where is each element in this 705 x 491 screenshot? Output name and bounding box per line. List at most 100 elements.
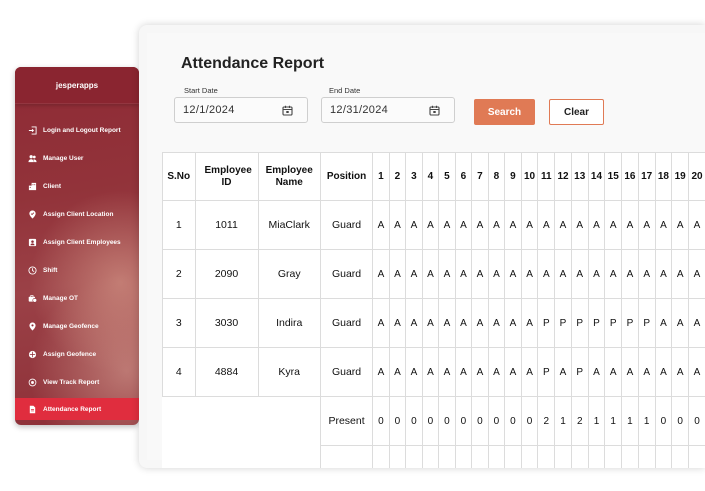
attendance-cell: A	[537, 200, 556, 250]
attendance-cell: A	[405, 249, 423, 299]
attendance-cell: A	[454, 347, 473, 397]
calendar-icon[interactable]	[429, 105, 440, 116]
present-count-cell: 0	[671, 396, 690, 446]
present-count-cell: 0	[372, 396, 390, 446]
attendance-cell: A	[671, 298, 690, 348]
end-date-label: End Date	[329, 86, 361, 95]
sidebar-item-manage-ot[interactable]: Manage OT	[15, 288, 139, 308]
header-day-4: 4	[421, 152, 440, 201]
attendance-cell: A	[438, 347, 456, 397]
row-employee-name: Kyra	[257, 347, 321, 397]
empty-cell	[163, 446, 321, 469]
header-day-11: 11	[537, 152, 556, 201]
attendance-cell: P	[570, 347, 589, 397]
sidebar-item-label: Attendance Report	[43, 405, 102, 413]
attendance-cell: A	[454, 249, 473, 299]
clear-button[interactable]: Clear	[549, 99, 604, 125]
report-card: Attendance Report Start Date 12/1/2024 E…	[139, 25, 705, 468]
empty-cell	[388, 445, 407, 468]
empty-cell	[319, 445, 374, 468]
attendance-cell: A	[421, 347, 440, 397]
header-day-12: 12	[554, 152, 572, 201]
attendance-cell: A	[637, 249, 656, 299]
sidebar-item-manage-user[interactable]: Manage User	[15, 148, 139, 168]
sidebar-item-manage-geofence[interactable]: Manage Geofence	[15, 316, 139, 336]
attendance-cell: A	[372, 298, 390, 348]
present-count-cell: 0	[520, 396, 539, 446]
empty-cell	[671, 445, 690, 468]
sidebar-item-label: Assign Geofence	[43, 350, 97, 358]
attendance-cell: A	[487, 298, 506, 348]
header-day-9: 9	[504, 152, 522, 201]
calendar-icon[interactable]	[282, 105, 293, 116]
start-date-field[interactable]: 12/1/2024	[174, 97, 308, 123]
empty-cell	[587, 445, 606, 468]
login-icon	[27, 125, 37, 135]
header-day-16: 16	[621, 152, 639, 201]
sidebar-item-assign-client-employees[interactable]: Assign Client Employees	[15, 232, 139, 252]
attendance-cell: A	[587, 347, 606, 397]
empty-cell	[604, 445, 623, 468]
present-count-cell: 0	[688, 396, 705, 446]
start-date-label: Start Date	[184, 86, 218, 95]
sidebar-item-shift[interactable]: Shift	[15, 260, 139, 280]
empty-cell	[537, 445, 556, 468]
present-count-cell: 1	[637, 396, 656, 446]
row-position: Guard	[319, 298, 374, 348]
sidebar-item-label: Manage OT	[43, 294, 79, 302]
attendance-cell: P	[554, 298, 572, 348]
present-count-cell: 1	[587, 396, 606, 446]
empty-cell	[372, 445, 390, 468]
sidebar-item-label: Client	[43, 182, 62, 190]
attendance-cell: A	[388, 200, 407, 250]
attendance-cell: A	[504, 347, 522, 397]
header-day-3: 3	[405, 152, 423, 201]
sidebar-item-label: Login and Logout Report	[43, 126, 121, 134]
attendance-cell: A	[671, 249, 690, 299]
sidebar-item-assign-client-location[interactable]: Assign Client Location	[15, 204, 139, 224]
attendance-cell: A	[688, 347, 705, 397]
building-icon	[27, 181, 37, 191]
sidebar-item-view-track-report[interactable]: View Track Report	[15, 372, 139, 392]
search-button[interactable]: Search	[474, 99, 535, 125]
table-row: 2 2090 Gray Guard A A A A A A A A A A A A A A A A A A A A	[162, 249, 705, 299]
empty-cell	[554, 445, 572, 468]
location-check-icon	[27, 209, 37, 219]
attendance-cell: P	[570, 298, 589, 348]
header-day-5: 5	[438, 152, 456, 201]
attendance-table-container: S.No Employee ID Employee Name Position …	[162, 152, 705, 468]
attendance-cell: P	[621, 298, 639, 348]
empty-cell	[621, 445, 639, 468]
present-count-cell: 0	[471, 396, 489, 446]
header-day-2: 2	[388, 152, 407, 201]
header-day-18: 18	[654, 152, 673, 201]
attendance-cell: A	[537, 249, 556, 299]
present-count-cell: 0	[405, 396, 423, 446]
present-count-cell: 1	[554, 396, 572, 446]
row-position: Guard	[319, 249, 374, 299]
header-day-20: 20	[688, 152, 705, 201]
end-date-field[interactable]: 12/31/2024	[321, 97, 455, 123]
attendance-cell: A	[604, 200, 623, 250]
attendance-cell: A	[487, 249, 506, 299]
attendance-cell: A	[421, 298, 440, 348]
attendance-cell: P	[537, 347, 556, 397]
sidebar-item-login-logout-report[interactable]: Login and Logout Report	[15, 120, 139, 140]
header-day-15: 15	[604, 152, 623, 201]
sidebar-item-assign-geofence[interactable]: Assign Geofence	[15, 344, 139, 364]
sidebar-item-label: Assign Client Employees	[43, 238, 121, 246]
row-employee-id: 1011	[194, 200, 259, 250]
present-count-cell: 0	[504, 396, 522, 446]
empty-cell	[438, 445, 456, 468]
row-employee-name: Gray	[257, 249, 321, 299]
attendance-cell: A	[454, 200, 473, 250]
header-day-19: 19	[671, 152, 690, 201]
attendance-cell: A	[637, 200, 656, 250]
present-count-cell: 0	[654, 396, 673, 446]
sidebar-item-label: View Track Report	[43, 378, 100, 386]
sidebar-item-client[interactable]: Client	[15, 176, 139, 196]
header-day-13: 13	[570, 152, 589, 201]
present-count-cell: 0	[388, 396, 407, 446]
sidebar-item-attendance-report[interactable]: Attendance Report	[15, 398, 139, 420]
present-count-cell: 0	[454, 396, 473, 446]
